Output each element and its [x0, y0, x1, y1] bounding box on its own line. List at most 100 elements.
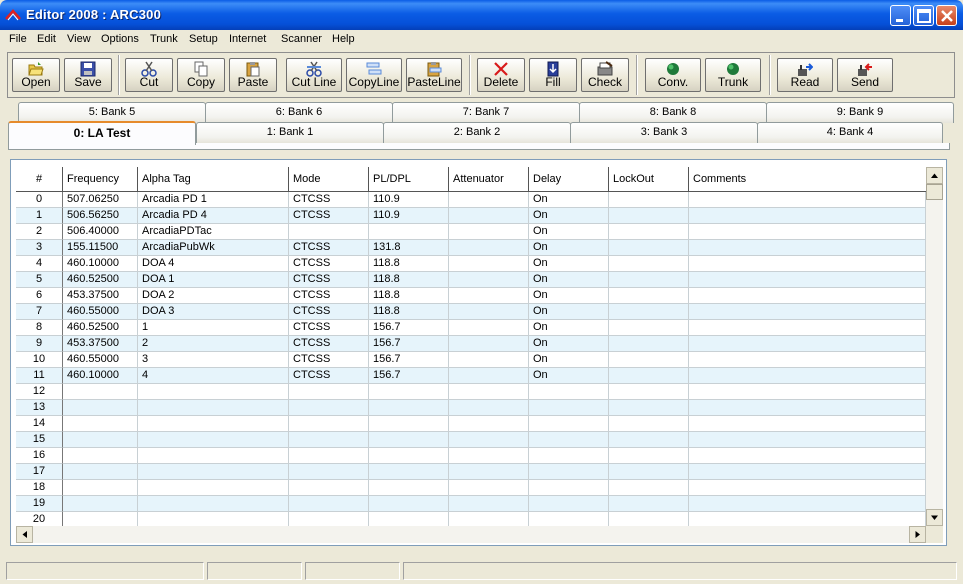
menu-view[interactable]: View	[67, 33, 91, 45]
cell-mode[interactable]: CTCSS	[289, 352, 369, 368]
fill-button[interactable]: Fill	[529, 58, 577, 92]
cell-attenuator[interactable]	[449, 288, 529, 304]
cell-number[interactable]: 4	[16, 256, 63, 272]
cut-button[interactable]: Cut	[125, 58, 173, 92]
cell-attenuator[interactable]	[449, 480, 529, 496]
cell-lockout[interactable]	[609, 464, 689, 480]
cell-lockout[interactable]	[609, 400, 689, 416]
horizontal-scroll-track[interactable]	[33, 526, 909, 543]
tab-bank-8[interactable]: 8: Bank 8	[579, 102, 767, 123]
scroll-right-button[interactable]	[909, 526, 926, 543]
cell-pl-dpl[interactable]	[369, 224, 449, 240]
cell-frequency[interactable]: 460.10000	[63, 256, 138, 272]
cell-alpha-tag[interactable]	[138, 480, 289, 496]
cell-attenuator[interactable]	[449, 224, 529, 240]
cell-mode[interactable]	[289, 480, 369, 496]
cell-number[interactable]: 2	[16, 224, 63, 240]
paste-line-button[interactable]: PasteLine	[406, 58, 462, 92]
column-header-lockout[interactable]: LockOut	[609, 167, 689, 192]
cell-frequency[interactable]: 155.11500	[63, 240, 138, 256]
cell-attenuator[interactable]	[449, 320, 529, 336]
table-row[interactable]: 3 155.11500 ArcadiaPubWk CTCSS 131.8 On	[16, 240, 926, 256]
table-row[interactable]: 13	[16, 400, 926, 416]
cell-delay[interactable]: On	[529, 352, 609, 368]
column-header-delay[interactable]: Delay	[529, 167, 609, 192]
cell-mode[interactable]	[289, 496, 369, 512]
table-row[interactable]: 7 460.55000 DOA 3 CTCSS 118.8 On	[16, 304, 926, 320]
cell-lockout[interactable]	[609, 288, 689, 304]
cell-number[interactable]: 5	[16, 272, 63, 288]
menu-setup[interactable]: Setup	[189, 33, 218, 45]
table-row[interactable]: 8 460.52500 1 CTCSS 156.7 On	[16, 320, 926, 336]
cell-comments[interactable]	[689, 256, 926, 272]
cell-lockout[interactable]	[609, 336, 689, 352]
table-row[interactable]: 12	[16, 384, 926, 400]
cell-frequency[interactable]: 506.56250	[63, 208, 138, 224]
cell-attenuator[interactable]	[449, 352, 529, 368]
cell-number[interactable]: 8	[16, 320, 63, 336]
cell-comments[interactable]	[689, 416, 926, 432]
cell-pl-dpl[interactable]	[369, 416, 449, 432]
cell-frequency[interactable]	[63, 496, 138, 512]
cell-comments[interactable]	[689, 496, 926, 512]
cell-comments[interactable]	[689, 480, 926, 496]
tab-bank-2[interactable]: 2: Bank 2	[383, 122, 571, 143]
cell-number[interactable]: 13	[16, 400, 63, 416]
menu-file[interactable]: File	[9, 33, 27, 45]
cell-attenuator[interactable]	[449, 416, 529, 432]
cell-lockout[interactable]	[609, 320, 689, 336]
tab-bank-4[interactable]: 4: Bank 4	[757, 122, 943, 143]
table-row[interactable]: 16	[16, 448, 926, 464]
cell-lockout[interactable]	[609, 304, 689, 320]
cell-delay[interactable]: On	[529, 240, 609, 256]
cell-pl-dpl[interactable]: 118.8	[369, 272, 449, 288]
trunk-button[interactable]: Trunk	[705, 58, 761, 92]
cell-alpha-tag[interactable]: Arcadia PD 4	[138, 208, 289, 224]
cell-attenuator[interactable]	[449, 384, 529, 400]
check-button[interactable]: Check	[581, 58, 629, 92]
cell-alpha-tag[interactable]	[138, 384, 289, 400]
cell-alpha-tag[interactable]	[138, 416, 289, 432]
cell-comments[interactable]	[689, 400, 926, 416]
cell-delay[interactable]	[529, 496, 609, 512]
cell-mode[interactable]	[289, 416, 369, 432]
cell-frequency[interactable]	[63, 480, 138, 496]
cut-line-button[interactable]: Cut Line	[286, 58, 342, 92]
cell-lockout[interactable]	[609, 240, 689, 256]
title-bar[interactable]: Editor 2008 : ARC300	[0, 0, 963, 30]
cell-mode[interactable]: CTCSS	[289, 208, 369, 224]
cell-pl-dpl[interactable]: 156.7	[369, 352, 449, 368]
cell-frequency[interactable]: 460.52500	[63, 272, 138, 288]
read-button[interactable]: Read	[777, 58, 833, 92]
cell-pl-dpl[interactable]	[369, 464, 449, 480]
delete-button[interactable]: Delete	[477, 58, 525, 92]
cell-delay[interactable]	[529, 384, 609, 400]
horizontal-scrollbar[interactable]	[16, 526, 926, 543]
cell-mode[interactable]	[289, 224, 369, 240]
cell-pl-dpl[interactable]	[369, 432, 449, 448]
cell-delay[interactable]: On	[529, 336, 609, 352]
menu-help[interactable]: Help	[332, 33, 355, 45]
cell-pl-dpl[interactable]: 118.8	[369, 288, 449, 304]
cell-delay[interactable]	[529, 480, 609, 496]
cell-comments[interactable]	[689, 304, 926, 320]
cell-alpha-tag[interactable]: 4	[138, 368, 289, 384]
menu-scanner[interactable]: Scanner	[281, 33, 322, 45]
table-row[interactable]: 9 453.37500 2 CTCSS 156.7 On	[16, 336, 926, 352]
column-header-number[interactable]: #	[16, 167, 63, 192]
cell-frequency[interactable]	[63, 416, 138, 432]
cell-attenuator[interactable]	[449, 368, 529, 384]
cell-number[interactable]: 12	[16, 384, 63, 400]
cell-alpha-tag[interactable]: 2	[138, 336, 289, 352]
cell-comments[interactable]	[689, 512, 926, 526]
cell-attenuator[interactable]	[449, 272, 529, 288]
cell-frequency[interactable]: 460.52500	[63, 320, 138, 336]
cell-alpha-tag[interactable]: 1	[138, 320, 289, 336]
cell-comments[interactable]	[689, 384, 926, 400]
cell-alpha-tag[interactable]: DOA 1	[138, 272, 289, 288]
cell-delay[interactable]: On	[529, 304, 609, 320]
cell-attenuator[interactable]	[449, 464, 529, 480]
cell-pl-dpl[interactable]	[369, 448, 449, 464]
cell-mode[interactable]: CTCSS	[289, 256, 369, 272]
cell-pl-dpl[interactable]: 156.7	[369, 336, 449, 352]
